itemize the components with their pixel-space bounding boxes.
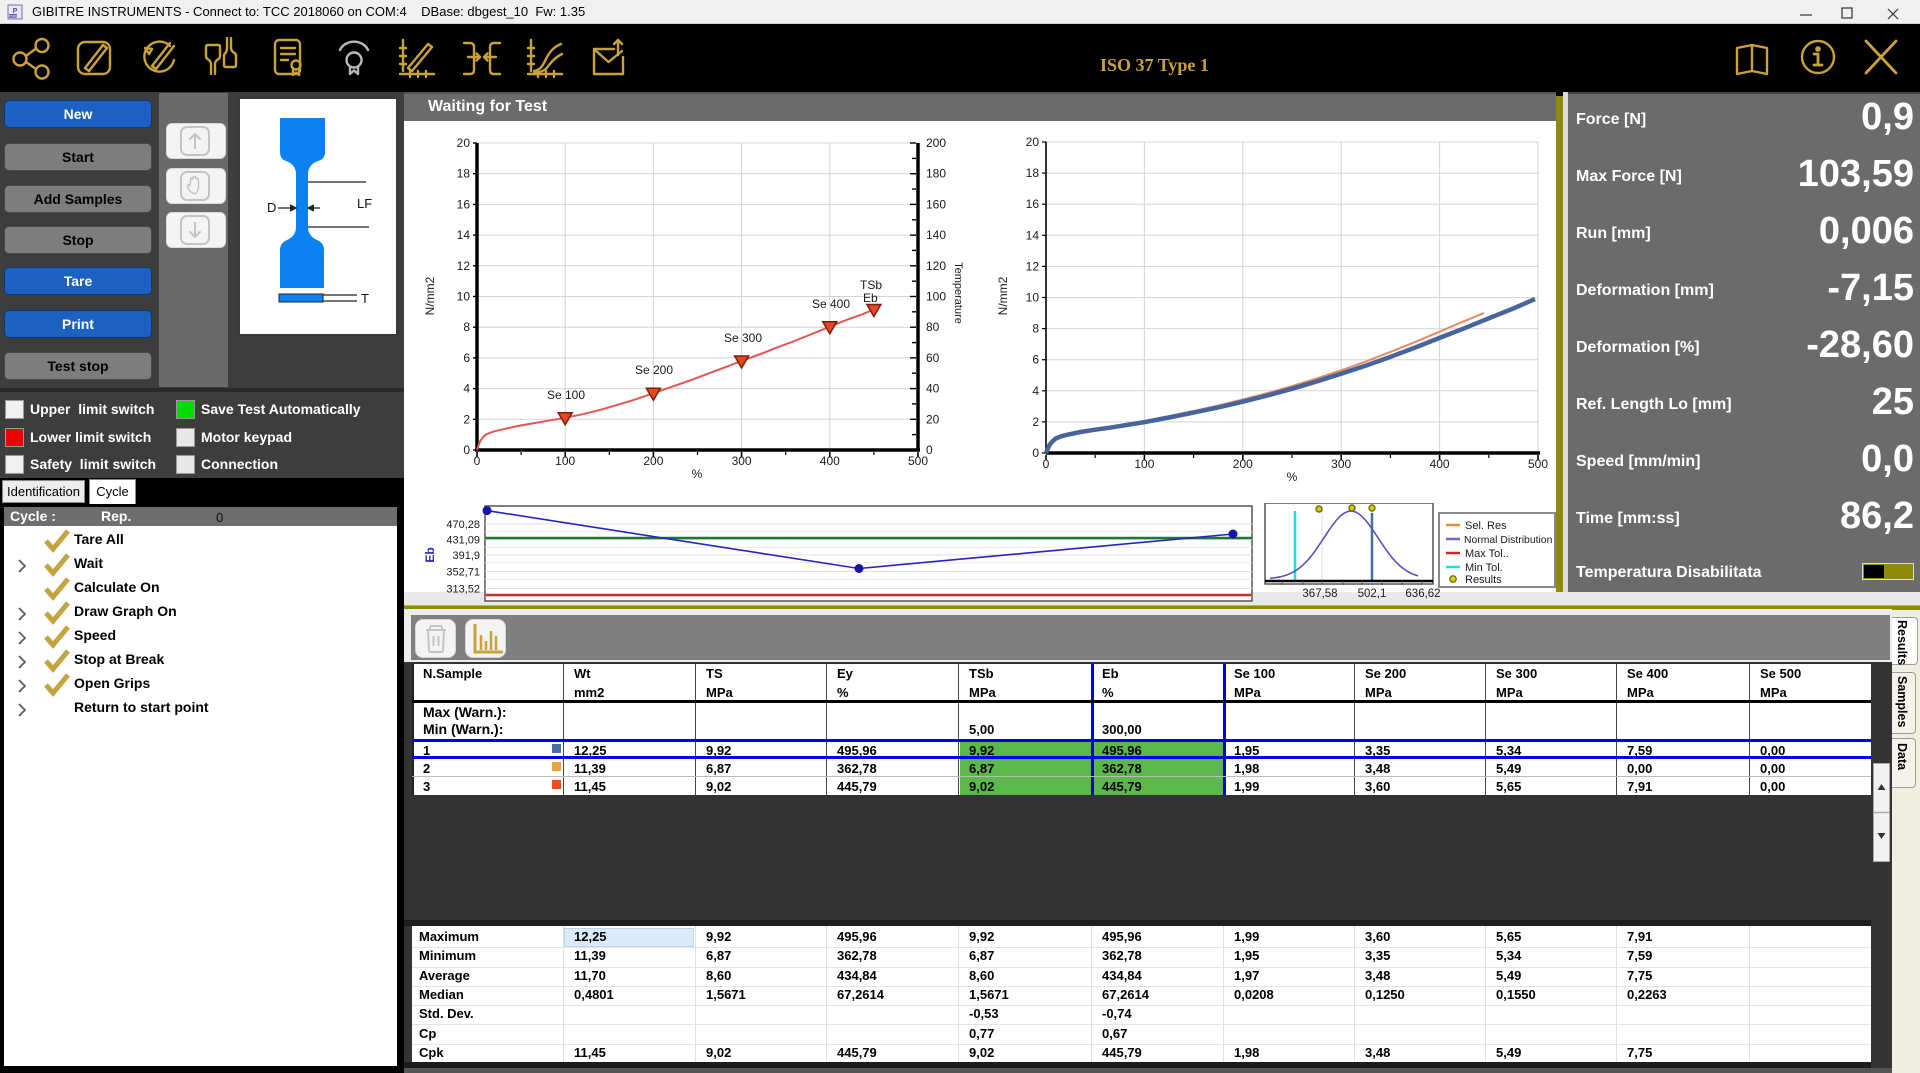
svg-text:100: 100 bbox=[1134, 457, 1154, 471]
svg-text:120: 120 bbox=[926, 259, 946, 273]
svg-text:Temperature: Temperature bbox=[952, 262, 964, 324]
svg-text:367,58: 367,58 bbox=[1302, 588, 1337, 600]
svg-text:400: 400 bbox=[820, 454, 840, 468]
svg-text:Sel. Res: Sel. Res bbox=[1465, 520, 1507, 532]
svg-text:313,52: 313,52 bbox=[446, 584, 480, 596]
svg-text:636,62: 636,62 bbox=[1405, 588, 1440, 600]
svg-text:200: 200 bbox=[643, 454, 663, 468]
svg-text:Results: Results bbox=[1465, 574, 1502, 586]
svg-text:Se 200: Se 200 bbox=[635, 363, 673, 377]
svg-text:TSb: TSb bbox=[860, 278, 882, 292]
svg-text:100: 100 bbox=[926, 290, 946, 304]
svg-text:300: 300 bbox=[1331, 457, 1351, 471]
svg-text:431,09: 431,09 bbox=[446, 535, 480, 547]
svg-text:140: 140 bbox=[926, 228, 946, 242]
svg-text:500: 500 bbox=[1528, 457, 1548, 471]
svg-text:0: 0 bbox=[1032, 446, 1039, 460]
svg-text:6: 6 bbox=[463, 351, 470, 365]
svg-text:40: 40 bbox=[926, 382, 940, 396]
svg-text:200: 200 bbox=[926, 136, 946, 150]
svg-text:10: 10 bbox=[1026, 291, 1040, 305]
svg-text:8: 8 bbox=[1032, 322, 1039, 336]
svg-text:400: 400 bbox=[1430, 457, 1450, 471]
svg-text:12: 12 bbox=[1026, 259, 1040, 273]
svg-text:60: 60 bbox=[926, 351, 940, 365]
svg-text:100: 100 bbox=[555, 454, 575, 468]
svg-text:TTMS: TTMS bbox=[8, 15, 18, 19]
svg-text:0: 0 bbox=[463, 443, 470, 457]
svg-text:Se 300: Se 300 bbox=[724, 331, 762, 345]
svg-text:0: 0 bbox=[474, 454, 481, 468]
svg-text:N/mm2: N/mm2 bbox=[423, 276, 437, 315]
svg-text:20: 20 bbox=[926, 412, 940, 426]
svg-text:Se 400: Se 400 bbox=[812, 297, 850, 311]
svg-text:18: 18 bbox=[457, 167, 471, 181]
svg-text:D: D bbox=[267, 200, 276, 215]
svg-text:8: 8 bbox=[463, 320, 470, 334]
svg-text:6: 6 bbox=[1032, 353, 1039, 367]
svg-text:Min Tol.: Min Tol. bbox=[1465, 562, 1503, 574]
svg-text:14: 14 bbox=[1026, 228, 1040, 242]
svg-text:2: 2 bbox=[1032, 415, 1039, 429]
svg-text:16: 16 bbox=[457, 197, 471, 211]
svg-text:Eb: Eb bbox=[423, 547, 437, 562]
svg-text:Normal Distribution: Normal Distribution bbox=[1464, 535, 1553, 546]
svg-text:LF: LF bbox=[357, 196, 372, 211]
svg-text:80: 80 bbox=[926, 320, 940, 334]
svg-text:10: 10 bbox=[457, 290, 471, 304]
svg-text:300: 300 bbox=[732, 454, 752, 468]
svg-text:12: 12 bbox=[457, 259, 471, 273]
svg-text:391,9: 391,9 bbox=[452, 550, 480, 562]
svg-text:%: % bbox=[692, 467, 703, 481]
svg-text:4: 4 bbox=[463, 382, 470, 396]
svg-text:14: 14 bbox=[457, 228, 471, 242]
svg-text:Se 100: Se 100 bbox=[547, 388, 585, 402]
svg-text:4: 4 bbox=[1032, 384, 1039, 398]
svg-text:470,28: 470,28 bbox=[446, 519, 480, 531]
svg-text:200: 200 bbox=[1233, 457, 1253, 471]
svg-text:352,71: 352,71 bbox=[446, 567, 480, 579]
svg-text:180: 180 bbox=[926, 167, 946, 181]
svg-text:%: % bbox=[1287, 470, 1298, 484]
svg-text:16: 16 bbox=[1026, 197, 1040, 211]
svg-text:0: 0 bbox=[1043, 457, 1050, 471]
svg-text:N/mm2: N/mm2 bbox=[996, 276, 1010, 315]
svg-text:20: 20 bbox=[1026, 135, 1040, 149]
svg-text:20: 20 bbox=[457, 136, 471, 150]
svg-text:18: 18 bbox=[1026, 166, 1040, 180]
svg-text:160: 160 bbox=[926, 197, 946, 211]
svg-text:502,1: 502,1 bbox=[1358, 588, 1387, 600]
svg-text:T: T bbox=[361, 291, 369, 306]
svg-text:Eb: Eb bbox=[863, 291, 878, 305]
svg-text:2: 2 bbox=[463, 412, 470, 426]
svg-text:Max Tol..: Max Tol.. bbox=[1465, 548, 1509, 560]
svg-text:500: 500 bbox=[908, 454, 928, 468]
